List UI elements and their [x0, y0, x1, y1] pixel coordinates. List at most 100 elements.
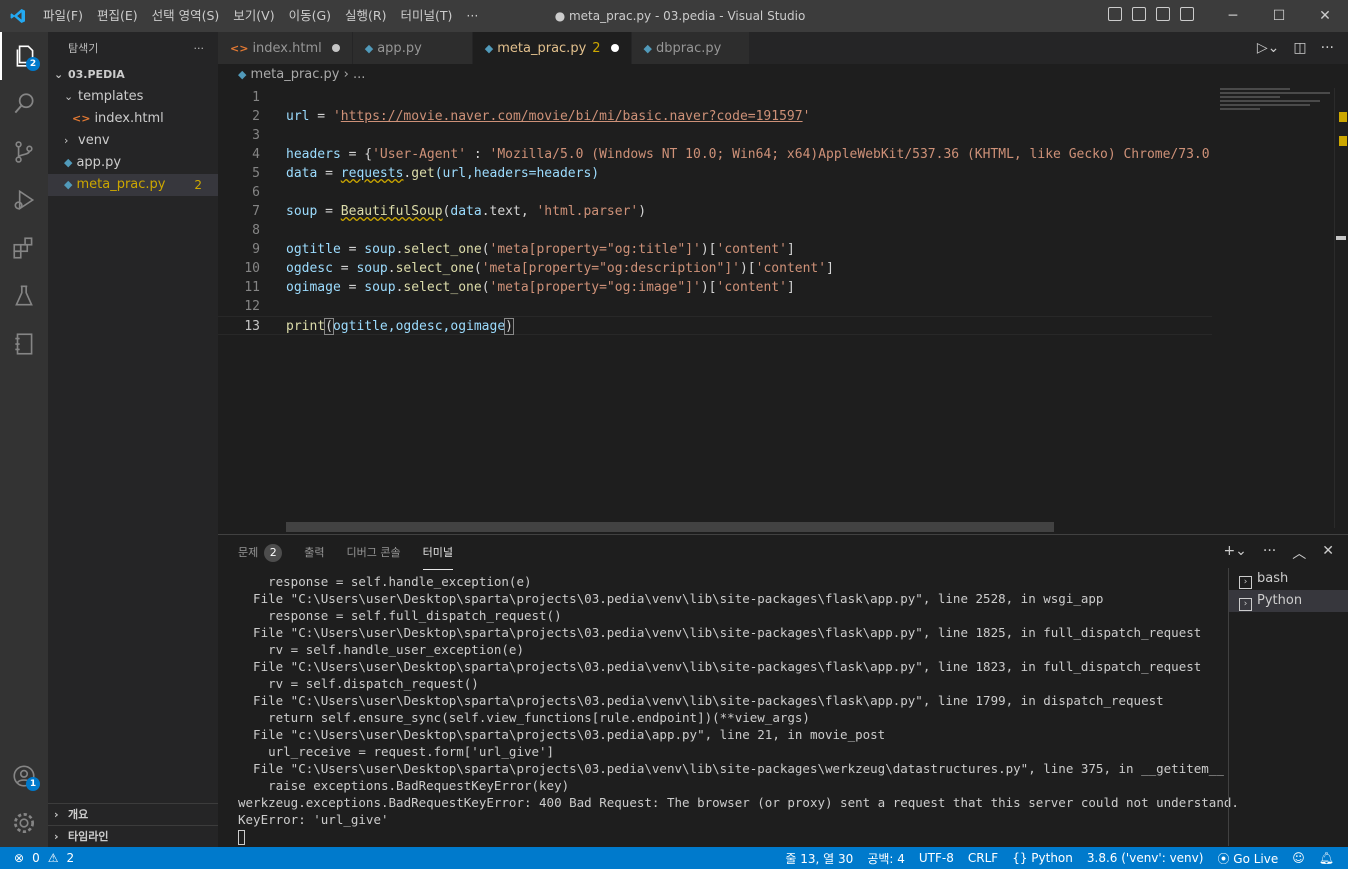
run-python-file-icon[interactable]: ▷⌄ [1257, 40, 1280, 56]
breadcrumb-symbols[interactable]: › ... [344, 67, 366, 82]
terminal-prompt-line[interactable] [238, 828, 1228, 845]
menu-run[interactable]: 실행(R) [338, 0, 393, 32]
terminal-item-bash[interactable]: › bash [1229, 568, 1348, 590]
code-token: = [309, 109, 333, 124]
extensions-button[interactable] [0, 224, 48, 272]
python-interpreter[interactable]: 3.8.6 ('venv': venv) [1087, 851, 1204, 865]
breadcrumb-file[interactable]: meta_prac.py [250, 67, 339, 82]
code-token: ( [481, 242, 490, 257]
terminal-item-label: Python [1257, 593, 1303, 608]
outline-section[interactable]: › 개요 [48, 803, 218, 825]
terminal-item-python[interactable]: › Python [1229, 590, 1348, 612]
timeline-section[interactable]: › 타임라인 [48, 825, 218, 847]
tab-index-html[interactable]: <> index.html [218, 32, 353, 64]
new-terminal-button[interactable]: +⌄ [1223, 543, 1246, 563]
code-text: print(ogtitle,ogdesc,ogimage) [286, 317, 514, 336]
tab-output[interactable]: 출력 [304, 536, 324, 569]
code-line-6: 6 [218, 183, 1212, 202]
code-token: soup [356, 261, 388, 276]
menu-view[interactable]: 보기(V) [226, 0, 281, 32]
line-number: 12 [244, 299, 260, 314]
bell-icon[interactable]: 🔔︎ [1319, 851, 1334, 865]
menu-terminal[interactable]: 터미널(T) [394, 0, 460, 32]
end-of-line[interactable]: CRLF [968, 851, 998, 865]
tree-item-templates[interactable]: ⌄ templates [48, 86, 218, 108]
unsaved-dot-icon[interactable] [331, 44, 340, 52]
code-token: .text, [481, 204, 537, 219]
split-editor-icon[interactable]: ◫ [1293, 40, 1306, 56]
sidebar-more-button[interactable]: ··· [194, 42, 205, 55]
problems-badge: 2 [264, 544, 283, 562]
editor-tabs: <> index.html ◆ app.py ◆ meta_prac.py 2 ◆ dbp… [218, 32, 1348, 64]
html-file-icon: <> [72, 112, 91, 125]
editor-actions: ▷⌄ ◫ ··· [1257, 32, 1348, 64]
tab-meta-prac-py[interactable]: ◆ meta_prac.py 2 [472, 32, 632, 64]
menu-more[interactable]: ··· [459, 0, 485, 32]
tree-item-index-html[interactable]: <> index.html [48, 108, 218, 130]
code-line-8: 8 [218, 221, 1212, 240]
terminal-line: File "C:\Users\user\Desktop\sparta\proje… [238, 591, 1104, 606]
go-live-button[interactable]: ⦿ Go Live [1217, 850, 1278, 867]
tab-dbprac-py[interactable]: ◆ dbprac.py [631, 32, 751, 64]
search-button[interactable] [0, 80, 48, 128]
horizontal-scrollbar[interactable] [286, 522, 1054, 532]
maximize-button[interactable]: ☐ [1256, 0, 1302, 32]
testing-button[interactable] [0, 272, 48, 320]
menu-file[interactable]: 파일(F) [36, 0, 90, 32]
explorer-button[interactable]: 2 [0, 32, 48, 80]
code-editor[interactable]: 1 2 url = 'https://movie.naver.com/movie/… [218, 88, 1212, 528]
editor-more-icon[interactable]: ··· [1321, 40, 1334, 56]
feedback-icon[interactable]: ☺ [1292, 851, 1305, 865]
vertical-scrollbar[interactable] [1334, 88, 1348, 528]
warning-marker [1339, 136, 1347, 146]
line-number: 5 [252, 166, 260, 181]
menu-selection[interactable]: 선택 영역(S) [145, 0, 227, 32]
broadcast-icon: ⦿ [1217, 851, 1234, 866]
minimap-line [1220, 108, 1260, 110]
unsaved-dot-icon[interactable] [610, 44, 619, 52]
encoding[interactable]: UTF-8 [919, 851, 954, 865]
code-token: ] [826, 261, 834, 276]
tree-item-app-py[interactable]: ◆ app.py [48, 152, 218, 174]
cursor-position[interactable]: 줄 13, 열 30 [785, 850, 853, 867]
menu-edit[interactable]: 편집(E) [90, 0, 145, 32]
tab-label: index.html [252, 40, 322, 56]
maximize-panel-icon[interactable]: ︿ [1292, 543, 1306, 563]
panel-more-icon[interactable]: ··· [1263, 543, 1276, 563]
close-window-button[interactable]: ✕ [1302, 0, 1348, 32]
tab-problems[interactable]: 문제 2 [238, 536, 283, 569]
minimap-line [1220, 96, 1280, 98]
tree-item-meta-prac-py[interactable]: ◆ meta_prac.py 2 [48, 174, 218, 196]
close-panel-icon[interactable]: ✕ [1322, 543, 1334, 563]
toggle-secondary-sidebar-icon[interactable] [1156, 7, 1170, 21]
toggle-primary-sidebar-icon[interactable] [1108, 7, 1122, 21]
minimap[interactable] [1220, 88, 1334, 118]
run-debug-icon [14, 189, 35, 211]
tab-problem-count: 2 [592, 40, 601, 56]
terminal-line: werkzeug.exceptions.BadRequestKeyError: … [238, 795, 1239, 810]
tab-app-py[interactable]: ◆ app.py [352, 32, 473, 64]
toggle-panel-icon[interactable] [1132, 7, 1146, 21]
python-file-icon: ◆ [484, 41, 494, 55]
remote-explorer-button[interactable] [0, 320, 48, 368]
source-control-button[interactable] [0, 128, 48, 176]
code-line-7: 7 soup = BeautifulSoup(data.text, 'html.p… [218, 202, 1212, 221]
manage-button[interactable] [0, 799, 48, 847]
minimize-button[interactable]: ─ [1210, 0, 1256, 32]
tab-debug-console[interactable]: 디버그 콘솔 [347, 536, 401, 569]
indentation[interactable]: 공백: 4 [867, 850, 905, 867]
customize-layout-icon[interactable] [1180, 7, 1194, 21]
tree-item-venv[interactable]: › venv [48, 130, 218, 152]
code-token: url [286, 109, 310, 124]
run-debug-button[interactable] [0, 176, 48, 224]
language-mode[interactable]: {} Python [1012, 851, 1073, 865]
code-token: ogimage [286, 280, 341, 295]
problems-status[interactable]: ⊗ 0 ⚠ 2 [0, 851, 74, 865]
code-url-link[interactable]: https://movie.naver.com/movie/bi/mi/basi… [341, 109, 803, 124]
terminal-output[interactable]: response = self.handle_exception(e) File… [238, 573, 1239, 845]
menu-go[interactable]: 이동(G) [282, 0, 338, 32]
workspace-root[interactable]: ⌄ 03.PEDIA [48, 64, 218, 86]
accounts-button[interactable]: 1 [0, 752, 48, 800]
code-token: 'content' [755, 261, 827, 276]
tab-terminal[interactable]: 터미널 [422, 536, 453, 570]
